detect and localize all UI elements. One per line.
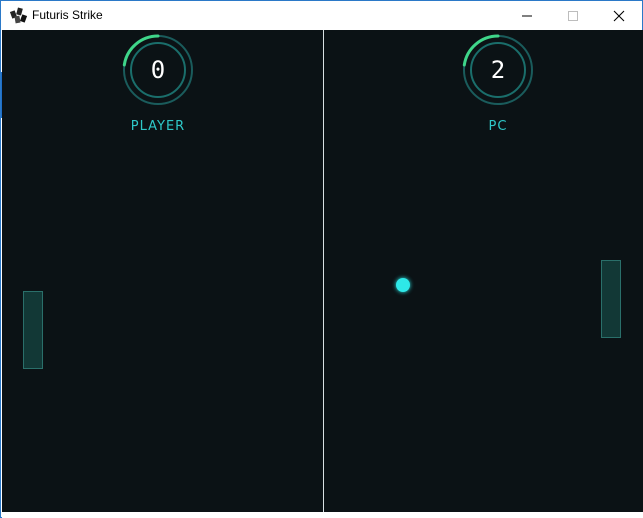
game-canvas[interactable]: 0 PLAYER 2 PC bbox=[2, 30, 643, 512]
player-paddle[interactable] bbox=[23, 291, 43, 369]
player-score: 0 bbox=[150, 56, 166, 84]
window-title: Futuris Strike bbox=[32, 8, 103, 22]
pc-label: PC bbox=[488, 119, 508, 134]
player-label: PLAYER bbox=[130, 119, 186, 134]
maximize-icon bbox=[568, 11, 578, 21]
close-button[interactable] bbox=[596, 1, 642, 30]
window-bottom-border bbox=[2, 512, 643, 518]
close-icon bbox=[613, 10, 625, 22]
title-bar[interactable]: Futuris Strike bbox=[1, 1, 642, 30]
minimize-button[interactable] bbox=[504, 1, 550, 30]
ball bbox=[396, 278, 410, 292]
maximize-button[interactable] bbox=[550, 1, 596, 30]
pc-paddle bbox=[601, 260, 621, 338]
app-icon bbox=[10, 7, 27, 24]
pc-score: 2 bbox=[490, 56, 506, 84]
player-score-gauge: 0 bbox=[121, 33, 195, 107]
minimize-icon bbox=[522, 15, 532, 17]
pc-score-gauge: 2 bbox=[461, 33, 535, 107]
app-window: Futuris Strike 0 PLAYER 2 PC bbox=[0, 0, 643, 518]
center-divider bbox=[323, 30, 324, 512]
